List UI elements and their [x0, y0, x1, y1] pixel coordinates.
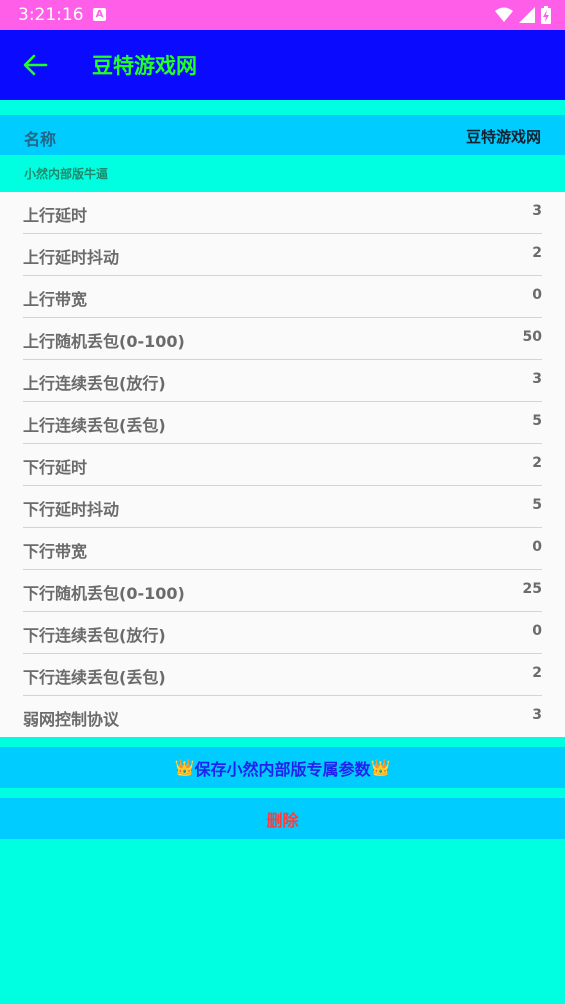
name-row[interactable]: 名称 豆特游戏网	[0, 115, 565, 155]
param-value: 5	[532, 413, 542, 429]
page-title: 豆特游戏网	[92, 54, 197, 78]
param-value: 3	[532, 371, 542, 387]
param-row[interactable]: 上行连续丢包(放行) 3	[23, 360, 542, 402]
param-label: 上行随机丢包(0-100)	[23, 332, 185, 351]
param-label: 下行随机丢包(0-100)	[23, 584, 185, 603]
crown-icon: 👑	[370, 758, 391, 777]
param-value: 5	[532, 497, 542, 513]
param-value: 0	[532, 539, 542, 555]
save-params-button[interactable]: 👑 保存小然内部版专属参数 👑	[0, 747, 565, 788]
param-value: 0	[532, 287, 542, 303]
param-value: 25	[522, 581, 542, 597]
param-label: 弱网控制协议	[23, 710, 120, 729]
param-label: 上行连续丢包(放行)	[23, 374, 166, 393]
param-row[interactable]: 弱网控制协议 3	[23, 696, 542, 738]
param-label: 下行带宽	[23, 542, 88, 561]
name-label: 名称	[24, 130, 57, 149]
param-value: 2	[532, 245, 542, 261]
delete-button[interactable]: 删除	[0, 798, 565, 839]
status-indicators	[495, 6, 551, 24]
param-row[interactable]: 下行随机丢包(0-100) 25	[23, 570, 542, 612]
param-row[interactable]: 下行延时抖动 5	[23, 486, 542, 528]
back-arrow-icon[interactable]	[22, 52, 48, 78]
status-bar: 3:21:16 A	[0, 0, 565, 30]
param-label: 下行连续丢包(放行)	[23, 626, 166, 645]
param-row[interactable]: 下行连续丢包(放行) 0	[23, 612, 542, 654]
signal-icon	[519, 7, 535, 23]
param-label: 上行延时抖动	[23, 248, 120, 267]
param-value: 50	[522, 329, 542, 345]
delete-button-label: 删除	[266, 810, 299, 830]
param-label: 上行带宽	[23, 290, 88, 309]
param-label: 下行延时	[23, 458, 88, 477]
param-row[interactable]: 下行延时 2	[23, 444, 542, 486]
param-row[interactable]: 上行随机丢包(0-100) 50	[23, 318, 542, 360]
param-label: 上行连续丢包(丢包)	[23, 416, 166, 435]
param-label: 下行延时抖动	[23, 500, 120, 519]
wifi-icon	[495, 7, 513, 22]
crown-icon: 👑	[174, 758, 195, 777]
battery-icon	[541, 6, 551, 24]
param-label: 下行连续丢包(丢包)	[23, 668, 166, 687]
subtitle: 小然内部版牛逼	[24, 167, 109, 181]
param-value: 2	[532, 455, 542, 471]
status-time: 3:21:16	[18, 5, 84, 25]
save-button-label: 保存小然内部版专属参数	[194, 759, 371, 779]
param-value: 3	[532, 707, 542, 723]
notification-icon: A	[93, 8, 106, 21]
param-value: 2	[532, 665, 542, 681]
param-value: 3	[532, 203, 542, 219]
param-value: 0	[532, 623, 542, 639]
param-row[interactable]: 下行带宽 0	[23, 528, 542, 570]
param-row[interactable]: 上行连续丢包(丢包) 5	[23, 402, 542, 444]
param-row[interactable]: 上行延时 3	[23, 192, 542, 234]
param-label: 上行延时	[23, 206, 88, 225]
param-row[interactable]: 上行带宽 0	[23, 276, 542, 318]
name-value: 豆特游戏网	[465, 128, 541, 146]
param-row[interactable]: 上行延时抖动 2	[23, 234, 542, 276]
app-bar: 豆特游戏网	[0, 30, 565, 100]
param-row[interactable]: 下行连续丢包(丢包) 2	[23, 654, 542, 696]
param-list: 上行延时 3 上行延时抖动 2 上行带宽 0 上行随机丢包(0-100) 50 …	[0, 192, 565, 737]
